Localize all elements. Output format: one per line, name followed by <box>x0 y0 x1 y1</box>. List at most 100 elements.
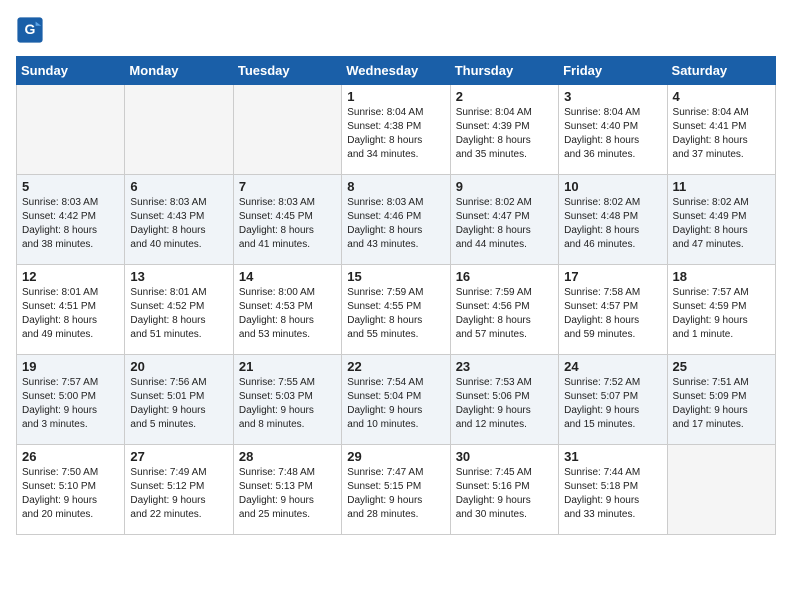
day-number: 3 <box>564 89 661 104</box>
day-number: 23 <box>456 359 553 374</box>
calendar-week-row: 19 Sunrise: 7:57 AM Sunset: 5:00 PM Dayli… <box>17 355 776 445</box>
calendar-cell: 6 Sunrise: 8:03 AM Sunset: 4:43 PM Daylig… <box>125 175 233 265</box>
weekday-header-tuesday: Tuesday <box>233 57 341 85</box>
calendar-cell <box>125 85 233 175</box>
day-number: 26 <box>22 449 119 464</box>
calendar-cell: 7 Sunrise: 8:03 AM Sunset: 4:45 PM Daylig… <box>233 175 341 265</box>
day-number: 15 <box>347 269 444 284</box>
calendar-cell: 9 Sunrise: 8:02 AM Sunset: 4:47 PM Daylig… <box>450 175 558 265</box>
calendar-cell <box>667 445 775 535</box>
day-number: 30 <box>456 449 553 464</box>
day-info: Sunrise: 7:56 AM Sunset: 5:01 PM Dayligh… <box>130 376 227 432</box>
day-number: 29 <box>347 449 444 464</box>
day-number: 9 <box>456 179 553 194</box>
day-number: 7 <box>239 179 336 194</box>
day-number: 27 <box>130 449 227 464</box>
day-info: Sunrise: 8:02 AM Sunset: 4:47 PM Dayligh… <box>456 196 553 252</box>
calendar-cell: 30 Sunrise: 7:45 AM Sunset: 5:16 PM Dayli… <box>450 445 558 535</box>
day-info: Sunrise: 7:44 AM Sunset: 5:18 PM Dayligh… <box>564 466 661 522</box>
calendar-cell: 2 Sunrise: 8:04 AM Sunset: 4:39 PM Daylig… <box>450 85 558 175</box>
day-info: Sunrise: 7:57 AM Sunset: 5:00 PM Dayligh… <box>22 376 119 432</box>
day-number: 5 <box>22 179 119 194</box>
calendar-cell: 27 Sunrise: 7:49 AM Sunset: 5:12 PM Dayli… <box>125 445 233 535</box>
calendar-table: SundayMondayTuesdayWednesdayThursdayFrid… <box>16 56 776 535</box>
weekday-header-saturday: Saturday <box>667 57 775 85</box>
day-number: 31 <box>564 449 661 464</box>
page-header: G <box>16 16 776 44</box>
calendar-cell: 15 Sunrise: 7:59 AM Sunset: 4:55 PM Dayli… <box>342 265 450 355</box>
calendar-cell: 24Sunrise: 7:52 AM Sunset: 5:07 PM Dayli… <box>559 355 667 445</box>
calendar-header-row: SundayMondayTuesdayWednesdayThursdayFrid… <box>17 57 776 85</box>
day-info: Sunrise: 7:59 AM Sunset: 4:56 PM Dayligh… <box>456 286 553 342</box>
calendar-cell: 12Sunrise: 8:01 AM Sunset: 4:51 PM Dayli… <box>17 265 125 355</box>
day-info: Sunrise: 8:03 AM Sunset: 4:43 PM Dayligh… <box>130 196 227 252</box>
day-number: 17 <box>564 269 661 284</box>
calendar-cell: 10 Sunrise: 8:02 AM Sunset: 4:48 PM Dayli… <box>559 175 667 265</box>
day-info: Sunrise: 7:51 AM Sunset: 5:09 PM Dayligh… <box>673 376 770 432</box>
weekday-header-sunday: Sunday <box>17 57 125 85</box>
weekday-header-monday: Monday <box>125 57 233 85</box>
day-info: Sunrise: 7:49 AM Sunset: 5:12 PM Dayligh… <box>130 466 227 522</box>
day-info: Sunrise: 8:02 AM Sunset: 4:49 PM Dayligh… <box>673 196 770 252</box>
calendar-cell <box>233 85 341 175</box>
calendar-cell: 4Sunrise: 8:04 AM Sunset: 4:41 PM Daylig… <box>667 85 775 175</box>
day-info: Sunrise: 7:59 AM Sunset: 4:55 PM Dayligh… <box>347 286 444 342</box>
day-number: 16 <box>456 269 553 284</box>
weekday-header-wednesday: Wednesday <box>342 57 450 85</box>
day-number: 24 <box>564 359 661 374</box>
calendar-cell: 13 Sunrise: 8:01 AM Sunset: 4:52 PM Dayli… <box>125 265 233 355</box>
day-number: 6 <box>130 179 227 194</box>
day-info: Sunrise: 7:47 AM Sunset: 5:15 PM Dayligh… <box>347 466 444 522</box>
weekday-header-thursday: Thursday <box>450 57 558 85</box>
day-info: Sunrise: 7:50 AM Sunset: 5:10 PM Dayligh… <box>22 466 119 522</box>
day-info: Sunrise: 8:01 AM Sunset: 4:52 PM Dayligh… <box>130 286 227 342</box>
day-number: 10 <box>564 179 661 194</box>
calendar-cell: 16 Sunrise: 7:59 AM Sunset: 4:56 PM Dayli… <box>450 265 558 355</box>
logo-icon: G <box>16 16 44 44</box>
day-info: Sunrise: 8:02 AM Sunset: 4:48 PM Dayligh… <box>564 196 661 252</box>
weekday-header-friday: Friday <box>559 57 667 85</box>
calendar-week-row: 5 Sunrise: 8:03 AM Sunset: 4:42 PM Daylig… <box>17 175 776 265</box>
calendar-week-row: 1Sunrise: 8:04 AM Sunset: 4:38 PM Daylig… <box>17 85 776 175</box>
day-number: 11 <box>673 179 770 194</box>
day-info: Sunrise: 7:54 AM Sunset: 5:04 PM Dayligh… <box>347 376 444 432</box>
day-number: 2 <box>456 89 553 104</box>
day-info: Sunrise: 7:58 AM Sunset: 4:57 PM Dayligh… <box>564 286 661 342</box>
calendar-cell: 1Sunrise: 8:04 AM Sunset: 4:38 PM Daylig… <box>342 85 450 175</box>
day-info: Sunrise: 7:45 AM Sunset: 5:16 PM Dayligh… <box>456 466 553 522</box>
calendar-cell: 8 Sunrise: 8:03 AM Sunset: 4:46 PM Daylig… <box>342 175 450 265</box>
day-info: Sunrise: 7:57 AM Sunset: 4:59 PM Dayligh… <box>673 286 770 342</box>
calendar-cell: 11 Sunrise: 8:02 AM Sunset: 4:49 PM Dayli… <box>667 175 775 265</box>
day-number: 14 <box>239 269 336 284</box>
day-info: Sunrise: 7:55 AM Sunset: 5:03 PM Dayligh… <box>239 376 336 432</box>
day-info: Sunrise: 8:00 AM Sunset: 4:53 PM Dayligh… <box>239 286 336 342</box>
day-info: Sunrise: 8:04 AM Sunset: 4:41 PM Dayligh… <box>673 106 770 162</box>
calendar-cell: 3 Sunrise: 8:04 AM Sunset: 4:40 PM Daylig… <box>559 85 667 175</box>
calendar-cell: 22Sunrise: 7:54 AM Sunset: 5:04 PM Dayli… <box>342 355 450 445</box>
calendar-cell <box>17 85 125 175</box>
calendar-cell: 14 Sunrise: 8:00 AM Sunset: 4:53 PM Dayli… <box>233 265 341 355</box>
day-number: 18 <box>673 269 770 284</box>
calendar-cell: 18 Sunrise: 7:57 AM Sunset: 4:59 PM Dayli… <box>667 265 775 355</box>
day-info: Sunrise: 7:48 AM Sunset: 5:13 PM Dayligh… <box>239 466 336 522</box>
calendar-week-row: 12Sunrise: 8:01 AM Sunset: 4:51 PM Dayli… <box>17 265 776 355</box>
day-number: 13 <box>130 269 227 284</box>
day-info: Sunrise: 8:03 AM Sunset: 4:45 PM Dayligh… <box>239 196 336 252</box>
calendar-cell: 25Sunrise: 7:51 AM Sunset: 5:09 PM Dayli… <box>667 355 775 445</box>
calendar-cell: 31 Sunrise: 7:44 AM Sunset: 5:18 PM Dayli… <box>559 445 667 535</box>
day-info: Sunrise: 8:04 AM Sunset: 4:39 PM Dayligh… <box>456 106 553 162</box>
day-info: Sunrise: 8:04 AM Sunset: 4:40 PM Dayligh… <box>564 106 661 162</box>
logo: G <box>16 16 48 44</box>
day-info: Sunrise: 8:03 AM Sunset: 4:46 PM Dayligh… <box>347 196 444 252</box>
day-info: Sunrise: 7:53 AM Sunset: 5:06 PM Dayligh… <box>456 376 553 432</box>
calendar-cell: 23 Sunrise: 7:53 AM Sunset: 5:06 PM Dayli… <box>450 355 558 445</box>
calendar-cell: 17 Sunrise: 7:58 AM Sunset: 4:57 PM Dayli… <box>559 265 667 355</box>
calendar-cell: 29 Sunrise: 7:47 AM Sunset: 5:15 PM Dayli… <box>342 445 450 535</box>
day-number: 8 <box>347 179 444 194</box>
day-number: 19 <box>22 359 119 374</box>
day-info: Sunrise: 8:03 AM Sunset: 4:42 PM Dayligh… <box>22 196 119 252</box>
svg-text:G: G <box>25 21 36 37</box>
calendar-cell: 20Sunrise: 7:56 AM Sunset: 5:01 PM Dayli… <box>125 355 233 445</box>
day-number: 1 <box>347 89 444 104</box>
day-number: 21 <box>239 359 336 374</box>
